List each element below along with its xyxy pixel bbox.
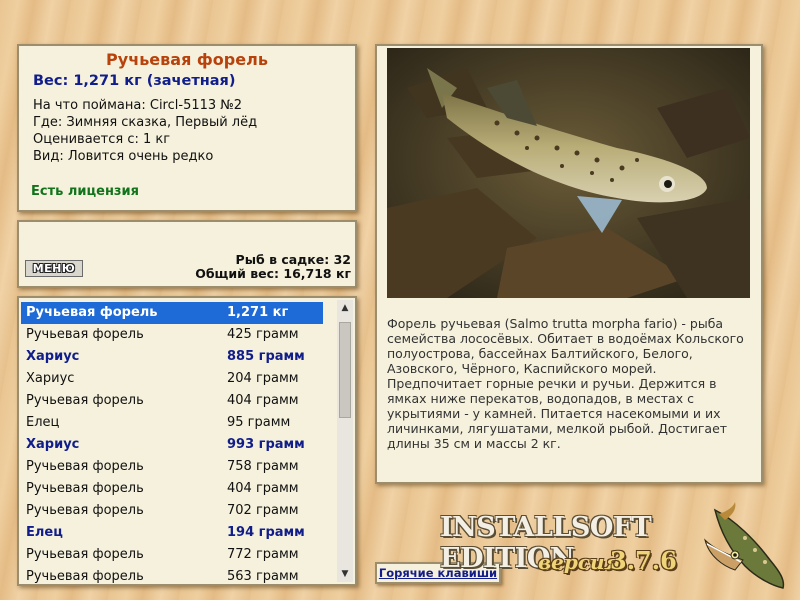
catch-item-name: Ручьевая форель bbox=[26, 459, 144, 474]
catch-item-weight: 194 грамм bbox=[227, 525, 305, 540]
catch-list-item[interactable]: Ручьевая форель 758 грамм bbox=[21, 456, 323, 478]
catch-list-scrollbar[interactable]: ▲ ▼ bbox=[337, 300, 353, 582]
catch-item-weight: 993 грамм bbox=[227, 437, 305, 452]
catch-list-item[interactable]: Ручьевая форель 1,271 кг bbox=[21, 302, 323, 324]
license-status: Есть лицензия bbox=[31, 184, 139, 199]
scroll-thumb[interactable] bbox=[339, 322, 351, 418]
menu-button[interactable]: МЕНЮ bbox=[25, 260, 83, 277]
fish-photo-panel: Форель ручьевая (Salmo trutta morpha far… bbox=[375, 44, 763, 484]
catch-list-item[interactable]: Ручьевая форель 563 грамм bbox=[21, 566, 323, 584]
fish-count: Рыб в садке: 32 bbox=[235, 252, 351, 267]
pike-logo-icon bbox=[695, 500, 795, 590]
fish-info-panel: Ручьевая форель Вес: 1,271 кг (зачетная)… bbox=[17, 44, 357, 212]
catch-item-weight: 404 грамм bbox=[227, 481, 299, 496]
catch-list-item[interactable]: Ручьевая форель 425 грамм bbox=[21, 324, 323, 346]
catch-list-item[interactable]: Елец 95 грамм bbox=[21, 412, 323, 434]
catch-item-name: Ручьевая форель bbox=[26, 503, 144, 518]
total-weight: Общий вес: 16,718 кг bbox=[195, 266, 351, 281]
catch-item-name: Ручьевая форель bbox=[26, 547, 144, 562]
where-text: Где: Зимняя сказка, Первый лёд bbox=[33, 115, 258, 130]
fish-weight: Вес: 1,271 кг (зачетная) bbox=[33, 73, 236, 89]
fish-title: Ручьевая форель bbox=[106, 50, 268, 69]
catch-item-weight: 95 грамм bbox=[227, 415, 291, 430]
keepnet-stats-panel: МЕНЮ Рыб в садке: 32 Общий вес: 16,718 к… bbox=[17, 220, 357, 288]
catch-list-item[interactable]: Хариус 204 грамм bbox=[21, 368, 323, 390]
catch-item-name: Хариус bbox=[26, 371, 75, 386]
catch-item-weight: 404 грамм bbox=[227, 393, 299, 408]
catch-item-weight: 204 грамм bbox=[227, 371, 299, 386]
catch-item-weight: 772 грамм bbox=[227, 547, 299, 562]
catch-list-item[interactable]: Ручьевая форель 772 грамм bbox=[21, 544, 323, 566]
catch-item-name: Елец bbox=[26, 525, 63, 540]
catch-list-item[interactable]: Елец 194 грамм bbox=[21, 522, 323, 544]
catch-item-weight: 702 грамм bbox=[227, 503, 299, 518]
catch-item-weight: 758 грамм bbox=[227, 459, 299, 474]
catch-list-item[interactable]: Ручьевая форель 702 грамм bbox=[21, 500, 323, 522]
catch-item-name: Хариус bbox=[26, 437, 80, 452]
valued-from-text: Оценивается с: 1 кг bbox=[33, 132, 171, 147]
catch-list: Ручьевая форель 1,271 кг Ручьевая форель 42… bbox=[17, 296, 357, 586]
catch-item-name: Ручьевая форель bbox=[26, 569, 144, 584]
scroll-down-icon[interactable]: ▼ bbox=[337, 566, 353, 582]
catch-item-name: Хариус bbox=[26, 349, 80, 364]
scroll-up-icon[interactable]: ▲ bbox=[337, 300, 353, 316]
catch-item-name: Ручьевая форель bbox=[26, 393, 144, 408]
kind-text: Вид: Ловится очень редко bbox=[33, 149, 214, 164]
catch-list-item[interactable]: Хариус 885 грамм bbox=[21, 346, 323, 368]
catch-item-name: Елец bbox=[26, 415, 60, 430]
catch-item-name: Ручьевая форель bbox=[26, 481, 144, 496]
catch-item-weight: 885 грамм bbox=[227, 349, 305, 364]
catch-list-item[interactable]: Хариус 993 грамм bbox=[21, 434, 323, 456]
fish-description: Форель ручьевая (Salmo trutta morpha far… bbox=[387, 316, 744, 451]
catch-list-item[interactable]: Ручьевая форель 404 грамм bbox=[21, 478, 323, 500]
catch-list-rows: Ручьевая форель 1,271 кг Ручьевая форель 42… bbox=[21, 302, 323, 584]
catch-list-item[interactable]: Ручьевая форель 404 грамм bbox=[21, 390, 323, 412]
caught-on-text: На что поймана: Circl-5113 №2 bbox=[33, 98, 243, 113]
fish-photo bbox=[387, 48, 750, 298]
catch-item-weight: 425 грамм bbox=[227, 327, 299, 342]
catch-item-weight: 1,271 кг bbox=[227, 305, 289, 320]
catch-item-name: Ручьевая форель bbox=[26, 305, 158, 320]
version-number: 3.7.6 bbox=[610, 546, 677, 575]
brand-logo: INSTALLSOFT EDITION версия 3.7.6 bbox=[440, 510, 685, 590]
version-word: версия bbox=[538, 550, 621, 574]
catch-item-name: Ручьевая форель bbox=[26, 327, 144, 342]
catch-item-weight: 563 грамм bbox=[227, 569, 299, 584]
